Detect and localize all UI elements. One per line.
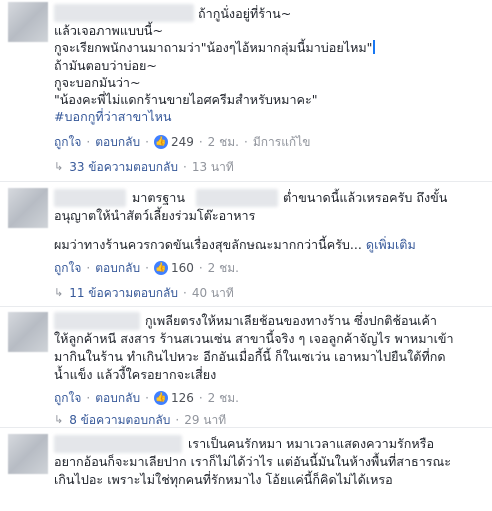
- comment-text-line: ผมว่าทางร้านควรกวดขันเรื่องสุขลักษณะมากก…: [54, 236, 416, 254]
- separator-dot: ·: [86, 261, 91, 275]
- author-name[interactable]: [54, 4, 194, 22]
- like-count[interactable]: 160: [171, 260, 194, 276]
- reply-button[interactable]: ตอบกลับ: [95, 390, 140, 406]
- separator-dot: ·: [244, 135, 248, 149]
- hashtag-link[interactable]: #บอกกูที่ว่าสาขาไหน: [54, 108, 172, 126]
- reply-button[interactable]: ตอบกลับ: [95, 134, 140, 150]
- like-button[interactable]: ถูกใจ: [54, 134, 81, 150]
- timestamp[interactable]: 2 ชม.: [208, 260, 239, 276]
- separator-dot: ·: [145, 135, 149, 149]
- text-cursor: [373, 40, 376, 54]
- avatar[interactable]: [8, 312, 48, 352]
- comment-actions: ถูกใจ · ตอบกลับ · 👍 249 · 2 ชม. · มีการแ…: [54, 134, 310, 150]
- replies-time: 13 นาที: [191, 160, 234, 174]
- separator-dot: ·: [86, 135, 91, 149]
- avatar[interactable]: [8, 434, 48, 474]
- divider: [0, 181, 492, 182]
- comment-text-line: น้ำแข็ง แล้วงี้ใครอยากจะเสี่ยง: [54, 367, 217, 382]
- separator-dot: ·: [86, 391, 91, 405]
- replies-link[interactable]: 11 ข้อความตอบกลับ: [69, 285, 178, 301]
- avatar[interactable]: [8, 188, 48, 228]
- comment-text-line: ให้ลูกค้าหนี สงสาร ร้านสเวนเซ่น สาขานี้จ…: [54, 331, 454, 346]
- comment-text-line: ต่ำขนาดนี้แล้วเหรอครับ ถึงขั้น: [283, 190, 448, 205]
- comment-text-line: กูจะบอกมันว่า~: [54, 75, 141, 90]
- see-more-link[interactable]: ดูเพิ่มเติม: [366, 237, 416, 252]
- comment-text-line: กูจะเรียกพนักงานมาถามว่า"น้องๆไอ้หมากลุ่…: [54, 39, 376, 57]
- view-replies[interactable]: ↳ 8 ข้อความตอบกลับ · 29 นาที: [54, 412, 226, 428]
- replies-link[interactable]: 8 ข้อความตอบกลับ: [69, 412, 170, 428]
- like-button[interactable]: ถูกใจ: [54, 390, 81, 406]
- comment-text-span: กูจะเรียกพนักงานมาถามว่า"น้องๆไอ้หมากลุ่…: [54, 40, 373, 55]
- view-replies[interactable]: ↳ 33 ข้อความตอบกลับ · 13 นาที: [54, 159, 234, 175]
- comment-text-span: ผมว่าทางร้านควรกวดขันเรื่องสุขลักษณะมากก…: [54, 237, 362, 252]
- comment-text-line: แล้วเจอภาพแบบนี้~: [54, 23, 164, 38]
- reply-button[interactable]: ตอบกลับ: [95, 260, 140, 276]
- author-name[interactable]: [54, 189, 126, 207]
- edited-label[interactable]: มีการแก้ไข: [253, 134, 311, 150]
- timestamp[interactable]: 2 ชม.: [208, 390, 239, 406]
- comment-text-line: มากินในร้าน ทำเกินไปหวะ อีกอันเมื่อกี้นี…: [54, 349, 446, 364]
- like-button[interactable]: ถูกใจ: [54, 260, 81, 276]
- comment-text-line: เกินไปอะ เพราะไม่ใช่ทุกคนที่รักหมาไง โอ้…: [54, 472, 393, 487]
- separator-dot: ·: [145, 261, 149, 275]
- separator-dot: ·: [198, 135, 203, 149]
- like-count[interactable]: 126: [171, 390, 194, 406]
- separator-dot: ·: [182, 160, 187, 174]
- comment-text-line: อยากอ้อนก็จะมาเลียปาก เราก็ไม่ได้ว่าไร แ…: [54, 454, 451, 469]
- replies-time: 29 นาที: [184, 413, 227, 427]
- avatar[interactable]: [8, 2, 48, 42]
- comment-text-line: ถ้ากูนั่งอยู่ที่ร้าน~: [198, 6, 292, 21]
- thumbs-up-icon[interactable]: 👍: [153, 391, 168, 405]
- comment-text-line: "น้องคะพี่ไม่แดกร้านขายไอศครีมสำหรับหมาค…: [54, 92, 318, 107]
- comment-text-line: มาตรฐาน: [132, 190, 185, 205]
- separator-dot: ·: [175, 413, 180, 427]
- comment-text-line: ถ้ามันตอบว่าบ่อย~: [54, 58, 157, 73]
- thumbs-up-icon[interactable]: 👍: [153, 261, 168, 275]
- comment-text-line: อนุญาตให้นำสัตว์เลี้ยงร่วมโต๊ะอาหาร: [54, 208, 256, 223]
- replies-link[interactable]: 33 ข้อความตอบกลับ: [69, 159, 178, 175]
- reply-arrow-icon: ↳: [54, 413, 64, 426]
- thumbs-up-icon[interactable]: 👍: [153, 135, 168, 149]
- reply-arrow-icon: ↳: [54, 160, 64, 173]
- comment-actions: ถูกใจ · ตอบกลับ · 👍 126 · 2 ชม.: [54, 390, 239, 406]
- divider: [0, 427, 492, 428]
- author-name[interactable]: [54, 435, 182, 453]
- separator-dot: ·: [145, 391, 149, 405]
- comment-text-line: กูเพลียตรงให้หมาเลียช้อนของทางร้าน ซึ่งป…: [145, 313, 437, 328]
- comment-actions: ถูกใจ · ตอบกลับ · 👍 160 · 2 ชม.: [54, 260, 239, 276]
- replies-time: 40 นาที: [191, 286, 234, 300]
- separator-dot: ·: [198, 391, 203, 405]
- divider: [0, 306, 492, 307]
- separator-dot: ·: [198, 261, 203, 275]
- view-replies[interactable]: ↳ 11 ข้อความตอบกลับ · 40 นาที: [54, 285, 234, 301]
- timestamp[interactable]: 2 ชม.: [208, 134, 239, 150]
- like-count[interactable]: 249: [171, 134, 194, 150]
- separator-dot: ·: [182, 286, 187, 300]
- comment-text-line: เราเป็นคนรักหมา หมาเวลาแสดงความรักหรือ: [188, 436, 435, 451]
- author-name[interactable]: [54, 312, 140, 330]
- reply-arrow-icon: ↳: [54, 286, 64, 299]
- blurred-text: [196, 189, 278, 207]
